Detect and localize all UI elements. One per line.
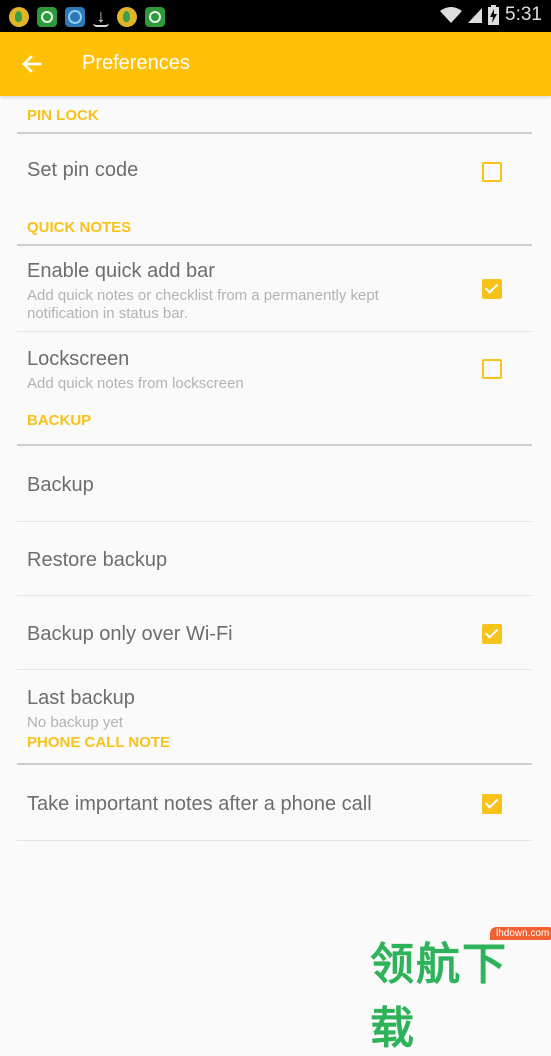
blue-app-icon: [65, 7, 85, 27]
pref-enable-quick-add-bar[interactable]: Enable quick add bar Add quick notes or …: [17, 246, 532, 332]
arrow-left-icon[interactable]: [18, 50, 46, 78]
music-app-icon: [117, 7, 137, 27]
download-icon: ↓: [93, 7, 109, 27]
checkbox-enable-quick-add-bar[interactable]: [482, 279, 502, 299]
section-header-phone-call-note: PHONE CALL NOTE: [17, 728, 532, 765]
green-sync-app-icon: [37, 7, 57, 27]
cell-signal-icon: [468, 8, 483, 23]
checkbox-backup-only-wifi[interactable]: [482, 624, 502, 644]
clock: 5:31: [505, 4, 542, 25]
pref-title: Enable quick add bar: [27, 260, 215, 282]
pref-title: Lockscreen: [27, 348, 130, 370]
checkbox-lockscreen[interactable]: [482, 359, 502, 379]
section-header-pin-lock: PIN LOCK: [17, 96, 532, 134]
pref-phone-call-note[interactable]: Take important notes after a phone call: [17, 765, 532, 841]
watermark-logo: lhdown.com 领航下载: [370, 900, 551, 1054]
pref-title: Last backup: [27, 687, 135, 709]
section-header-quick-notes: QUICK NOTES: [17, 208, 532, 246]
checkbox-phone-call-note[interactable]: [482, 794, 502, 814]
notification-icons: ↓: [9, 7, 165, 27]
music-app-icon: [9, 7, 29, 27]
pref-title: Take important notes after a phone call: [27, 793, 372, 815]
pref-summary: Add quick notes or checklist from a perm…: [27, 287, 379, 322]
pref-set-pin-code[interactable]: Set pin code: [17, 134, 532, 208]
pref-backup-only-wifi[interactable]: Backup only over Wi-Fi: [17, 596, 532, 670]
pref-title: Set pin code: [27, 159, 139, 181]
app-toolbar: Preferences: [0, 32, 551, 96]
pref-title: Restore backup: [27, 549, 168, 571]
page-title: Preferences: [82, 52, 190, 74]
pref-title: Backup only over Wi-Fi: [27, 623, 233, 645]
pref-backup[interactable]: Backup: [17, 446, 532, 522]
pref-title: Backup: [27, 474, 94, 496]
pref-summary: Add quick notes from lockscreen: [27, 375, 244, 392]
pref-restore-backup[interactable]: Restore backup: [17, 522, 532, 596]
wifi-icon: [440, 7, 463, 23]
preferences-list: PIN LOCK Set pin code QUICK NOTES Enable…: [0, 96, 551, 841]
checkbox-set-pin-code[interactable]: [482, 162, 502, 182]
section-header-backup: BACKUP: [17, 405, 532, 446]
status-bar: ↓ 5:31: [0, 0, 551, 32]
battery-charging-icon: [488, 5, 500, 25]
green-sync-app-icon: [145, 7, 165, 27]
watermark-text: 领航下载: [370, 939, 508, 1054]
pref-lockscreen[interactable]: Lockscreen Add quick notes from lockscre…: [17, 332, 532, 405]
